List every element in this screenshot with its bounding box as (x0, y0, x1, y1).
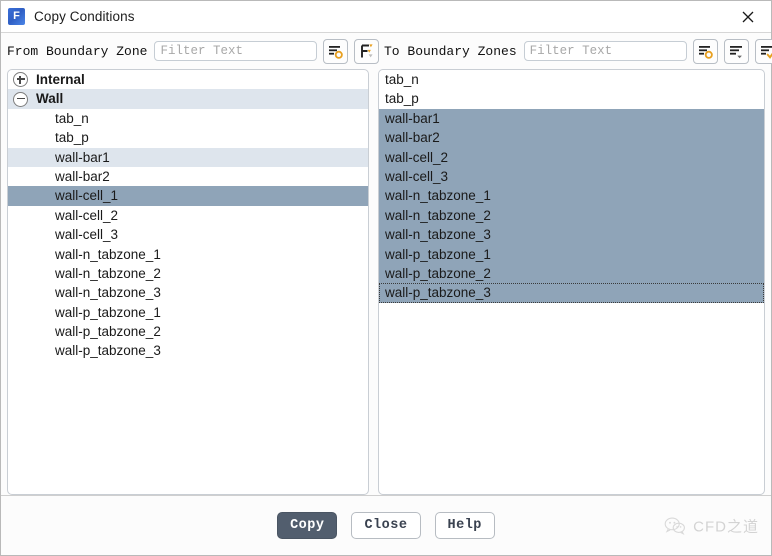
list-item[interactable]: wall-cell_3 (8, 225, 368, 244)
title-bar: Copy Conditions (1, 1, 771, 33)
expand-icon[interactable] (13, 72, 28, 88)
list-item[interactable]: wall-n_tabzone_1 (8, 245, 368, 264)
help-button[interactable]: Help (434, 512, 495, 539)
list-item-label: wall-bar2 (55, 168, 110, 184)
list-item[interactable]: wall-p_tabzone_2 (8, 322, 368, 341)
list-item[interactable]: wall-cell_2 (379, 147, 764, 167)
close-icon[interactable] (725, 1, 771, 32)
to-toolbar: To Boundary Zones (375, 38, 772, 64)
dialog-footer: Copy Close Help CFD之道 (1, 495, 771, 555)
from-list-options-icon[interactable] (323, 38, 349, 64)
list-item-label: wall-p_tabzone_3 (385, 285, 491, 301)
to-list-options-icon[interactable] (692, 38, 718, 64)
list-item[interactable]: wall-bar1 (379, 108, 764, 129)
from-list-body: Internal Wall tab_n tab_p wall-bar1 wall-bar2… (8, 70, 368, 361)
to-filter-input[interactable] (523, 41, 687, 61)
collapse-icon[interactable] (13, 91, 28, 107)
list-item-label: wall-n_tabzone_2 (385, 207, 491, 223)
to-boundary-zones-list[interactable]: tab_n tab_p wall-bar1 wall-bar2 wall-cell_2w… (378, 69, 765, 495)
list-item-label: wall-n_tabzone_3 (55, 285, 161, 301)
tree-group-row[interactable]: Wall (8, 89, 368, 109)
list-item[interactable]: wall-p_tabzone_1 (379, 244, 764, 264)
copy-conditions-dialog: Copy Conditions From Boundary Zone (0, 0, 772, 556)
list-item-label: tab_p (385, 91, 419, 107)
list-item-label: wall-cell_3 (55, 227, 119, 243)
list-item[interactable]: wall-bar2 (8, 167, 368, 186)
filter-toolbar: From Boundary Zone To Bo (1, 33, 772, 69)
zone-lists: Internal Wall tab_n tab_p wall-bar1 wall-bar2… (1, 69, 771, 495)
close-button[interactable]: Close (351, 512, 421, 539)
list-item-label: Wall (36, 91, 64, 107)
to-list-body: tab_n tab_p wall-bar1 wall-bar2 wall-cell_2w… (379, 70, 764, 303)
list-item[interactable]: wall-n_tabzone_2 (379, 205, 764, 226)
watermark-text: CFD之道 (693, 518, 759, 535)
list-item-label: wall-cell_1 (55, 188, 119, 204)
list-item-label: wall-p_tabzone_2 (55, 324, 161, 340)
list-item[interactable]: wall-cell_1 (8, 186, 368, 206)
list-item[interactable]: wall-n_tabzone_3 (379, 225, 764, 245)
from-toolbar: From Boundary Zone (1, 38, 380, 64)
list-item[interactable]: wall-cell_2 (8, 206, 368, 225)
list-item[interactable]: wall-bar1 (8, 147, 368, 167)
list-item[interactable]: wall-p_tabzone_1 (8, 303, 368, 322)
from-boundary-zone-label: From Boundary Zone (7, 43, 148, 59)
list-item[interactable]: tab_p (379, 89, 764, 108)
to-boundary-zones-label: To Boundary Zones (384, 43, 517, 59)
list-item-label: wall-bar1 (55, 149, 110, 165)
list-item-label: Internal (36, 72, 85, 87)
list-item-label: wall-bar2 (385, 130, 440, 146)
list-item[interactable]: wall-p_tabzone_2 (379, 263, 764, 284)
list-item[interactable]: wall-p_tabzone_3 (379, 283, 764, 303)
list-item[interactable]: wall-p_tabzone_3 (8, 341, 368, 360)
fluent-f-icon (8, 8, 25, 25)
list-item-label: wall-p_tabzone_2 (385, 265, 491, 281)
list-item[interactable]: wall-n_tabzone_3 (8, 283, 368, 302)
to-sort-dropdown-icon[interactable] (723, 38, 749, 64)
list-item-label: wall-n_tabzone_2 (55, 265, 161, 281)
from-boundary-zone-list[interactable]: Internal Wall tab_n tab_p wall-bar1 wall-bar2… (7, 69, 369, 495)
wechat-icon (664, 517, 686, 535)
list-item-label: wall-cell_2 (55, 207, 119, 223)
page-title: Copy Conditions (34, 9, 135, 24)
to-select-all-icon[interactable] (754, 38, 772, 64)
list-item-label: wall-n_tabzone_1 (55, 246, 161, 262)
watermark: CFD之道 (664, 515, 759, 536)
list-item-label: tab_p (55, 130, 89, 146)
list-item-label: wall-bar1 (385, 110, 440, 126)
list-item-label: wall-p_tabzone_1 (55, 304, 161, 320)
list-item[interactable]: wall-bar2 (379, 128, 764, 148)
list-item-label: wall-cell_2 (385, 149, 449, 165)
list-item[interactable]: wall-cell_3 (379, 166, 764, 187)
list-item[interactable]: tab_p (8, 128, 368, 147)
list-item[interactable]: wall-n_tabzone_2 (8, 264, 368, 283)
list-item[interactable]: wall-n_tabzone_1 (379, 186, 764, 206)
list-item-label: wall-p_tabzone_1 (385, 246, 491, 262)
list-item[interactable]: tab_n (8, 109, 368, 128)
list-item-label: wall-cell_3 (385, 168, 449, 184)
list-item[interactable]: tab_n (379, 70, 764, 89)
tree-group-row[interactable]: Internal (8, 70, 368, 89)
list-item-label: wall-n_tabzone_1 (385, 188, 491, 204)
from-filter-input[interactable] (154, 41, 318, 61)
list-item-label: wall-n_tabzone_3 (385, 227, 491, 243)
list-item-label: tab_n (385, 72, 419, 87)
list-item-label: tab_n (55, 110, 89, 126)
copy-button[interactable]: Copy (277, 512, 338, 539)
list-item-label: wall-p_tabzone_3 (55, 343, 161, 359)
